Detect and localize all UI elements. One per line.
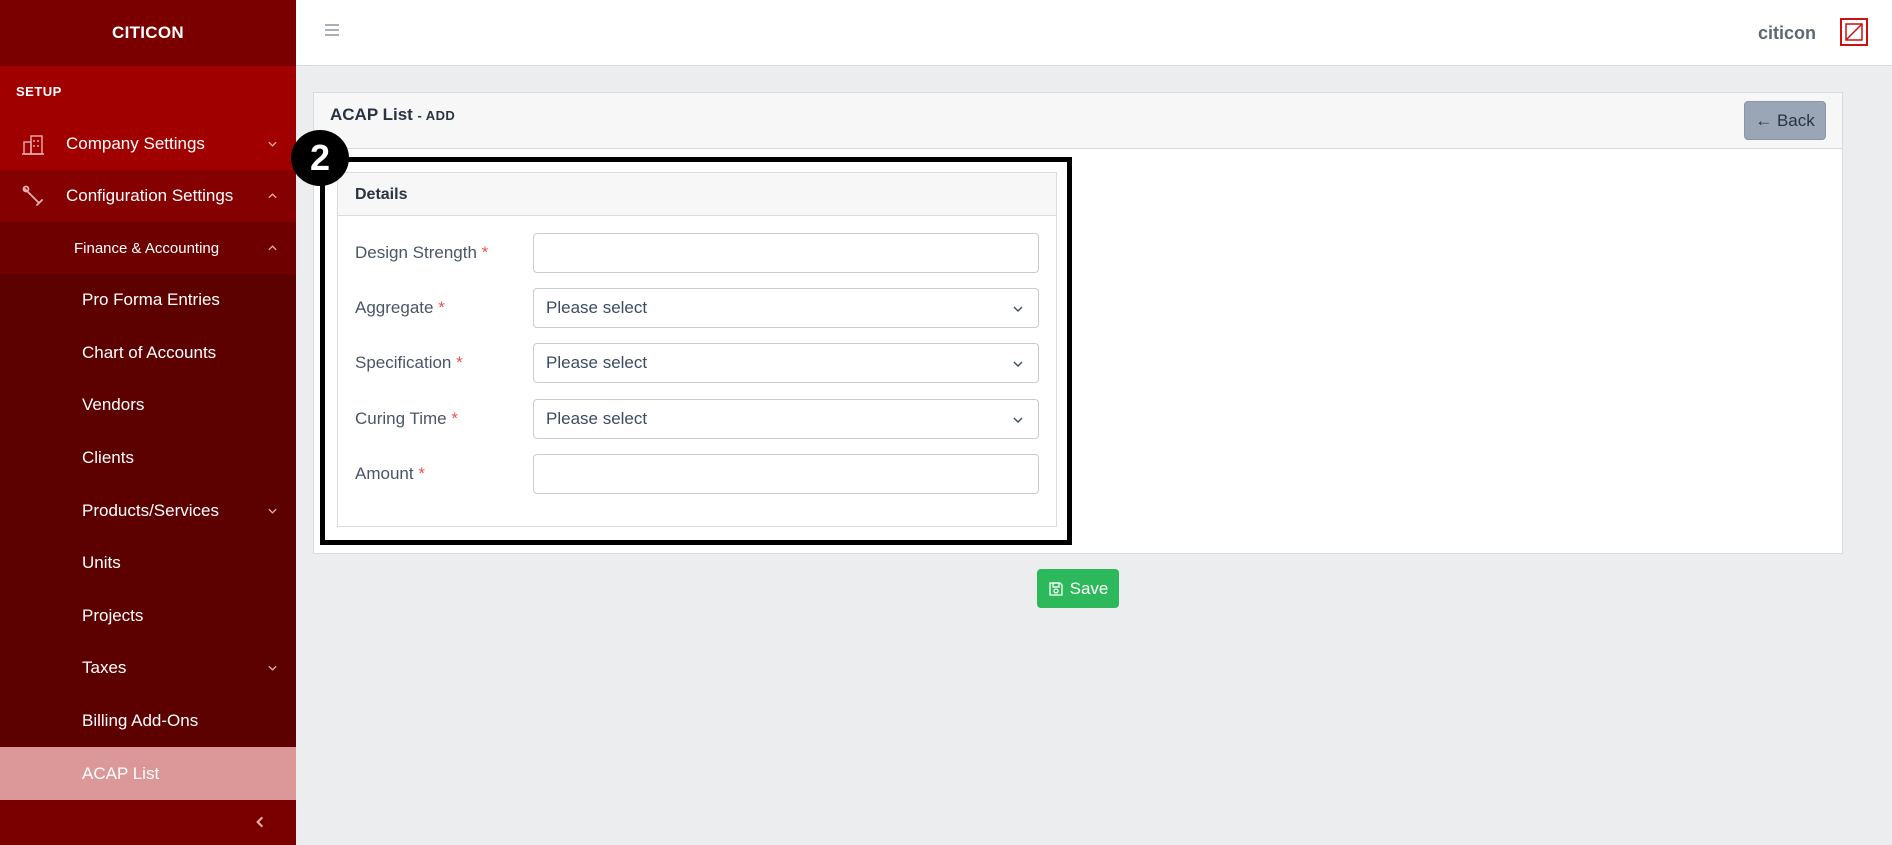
sidebar-footer <box>0 800 296 845</box>
top-header: citicon <box>296 0 1892 66</box>
sidebar: CITICON SETUP Company Settings Configura… <box>0 0 296 845</box>
sidebar-item-clients[interactable]: Clients <box>0 432 296 485</box>
floppy-disk-icon <box>1048 581 1063 596</box>
sidebar-item-label: Vendors <box>82 395 145 415</box>
sidebar-item-label: Chart of Accounts <box>82 342 217 362</box>
sidebar-item-pro-forma-entries[interactable]: Pro Forma Entries <box>0 274 296 327</box>
wrench-icon <box>20 183 46 209</box>
sidebar-collapse-button[interactable] <box>250 812 270 832</box>
chevron-up-icon <box>268 193 277 199</box>
hamburger-menu-icon[interactable] <box>324 22 344 42</box>
chevron-left-icon <box>256 816 264 828</box>
page-title: ACAP List - ADD <box>330 105 455 125</box>
page-subtitle: - ADD <box>417 108 456 123</box>
chevron-down-icon <box>268 141 277 147</box>
sidebar-item-units[interactable]: Units <box>0 537 296 590</box>
building-icon <box>20 131 46 157</box>
sidebar-item-label: Billing Add-Ons <box>82 711 199 731</box>
chevron-up-icon <box>268 245 277 251</box>
sidebar-item-label: Projects <box>82 605 144 625</box>
sidebar-item-label: Configuration Settings <box>66 186 234 205</box>
sidebar-item-finance-accounting[interactable]: Finance & Accounting <box>0 222 296 274</box>
sidebar-section-title: SETUP <box>0 66 296 118</box>
save-button[interactable]: Save <box>1037 569 1119 608</box>
user-avatar-icon[interactable] <box>1840 18 1868 46</box>
sidebar-item-label: Products/Services <box>82 500 219 520</box>
sidebar-item-configuration-settings[interactable]: Configuration Settings <box>0 170 296 222</box>
sidebar-item-acap-list[interactable]: ACAP List <box>0 747 296 800</box>
sidebar-item-company-settings[interactable]: Company Settings <box>0 118 296 170</box>
page-title-text: ACAP List <box>330 105 413 124</box>
brand-logo[interactable]: CITICON <box>0 0 296 66</box>
sidebar-item-label: ACAP List <box>82 763 160 783</box>
sidebar-item-label: Company Settings <box>66 134 205 153</box>
chevron-down-icon <box>268 508 277 514</box>
sidebar-item-billing-add-ons[interactable]: Billing Add-Ons <box>0 695 296 748</box>
back-button[interactable]: ← Back <box>1744 101 1826 140</box>
chevron-down-icon <box>268 666 277 672</box>
sidebar-item-vendors[interactable]: Vendors <box>0 379 296 432</box>
sidebar-item-label: Pro Forma Entries <box>82 290 220 310</box>
user-name[interactable]: citicon <box>1758 23 1816 44</box>
sidebar-item-label: Units <box>82 553 121 573</box>
sidebar-item-chart-of-accounts[interactable]: Chart of Accounts <box>0 327 296 380</box>
sidebar-item-label: Taxes <box>82 658 127 678</box>
sidebar-item-products-services[interactable]: Products/Services <box>0 484 296 537</box>
sidebar-item-taxes[interactable]: Taxes <box>0 642 296 695</box>
save-label: Save <box>1069 578 1109 598</box>
card-header: ACAP List - ADD ← Back <box>314 93 1842 149</box>
highlight-box <box>320 157 1072 545</box>
sidebar-item-label: Finance & Accounting <box>74 239 220 257</box>
sidebar-item-projects[interactable]: Projects <box>0 590 296 643</box>
step-number-badge: 2 <box>291 130 349 186</box>
sidebar-item-label: Clients <box>82 448 134 468</box>
